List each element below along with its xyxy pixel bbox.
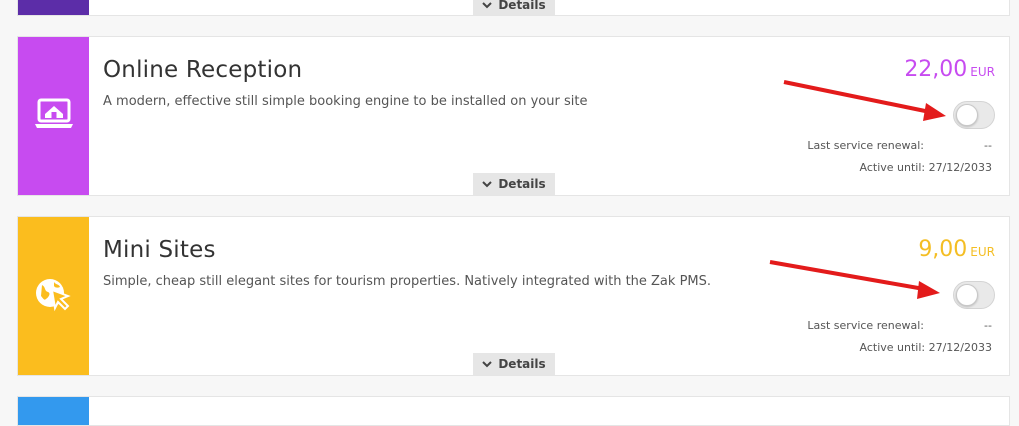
last-renewal-label: Last service renewal: bbox=[807, 139, 924, 152]
card-color-strip bbox=[18, 0, 89, 15]
globe-cursor-icon bbox=[34, 276, 74, 316]
last-renewal-value: -- bbox=[984, 139, 992, 152]
price-currency: EUR bbox=[970, 65, 995, 79]
service-title: Online Reception bbox=[103, 57, 303, 83]
toggle-knob bbox=[956, 104, 978, 126]
active-until: Active until: 27/12/2033 bbox=[859, 341, 993, 354]
annotation-arrow bbox=[783, 80, 946, 121]
laptop-home-icon bbox=[34, 97, 74, 135]
card-color-strip bbox=[18, 37, 89, 195]
details-button[interactable]: Details bbox=[473, 0, 555, 15]
service-description: A modern, effective still simple booking… bbox=[103, 94, 588, 109]
last-renewal-value: -- bbox=[984, 319, 992, 332]
service-activation-toggle[interactable] bbox=[953, 281, 995, 309]
details-label: Details bbox=[498, 0, 546, 12]
details-label: Details bbox=[498, 357, 546, 371]
service-card-partial-bottom bbox=[17, 396, 1010, 426]
chevron-down-icon bbox=[482, 1, 493, 9]
details-button[interactable]: Details bbox=[473, 173, 555, 195]
details-button[interactable]: Details bbox=[473, 353, 555, 375]
chevron-down-icon bbox=[482, 180, 493, 188]
active-until: Active until: 27/12/2033 bbox=[859, 161, 993, 174]
details-label: Details bbox=[498, 177, 546, 191]
service-title: Mini Sites bbox=[103, 237, 216, 263]
toggle-knob bbox=[956, 284, 978, 306]
card-color-strip bbox=[18, 397, 89, 425]
service-card-partial-top: Details bbox=[17, 0, 1010, 16]
card-color-strip bbox=[18, 217, 89, 375]
last-renewal-label: Last service renewal: bbox=[807, 319, 924, 332]
chevron-down-icon bbox=[482, 360, 493, 368]
price-currency: EUR bbox=[970, 245, 995, 259]
annotation-arrow bbox=[769, 260, 940, 299]
service-activation-toggle[interactable] bbox=[953, 101, 995, 129]
service-description: Simple, cheap still elegant sites for to… bbox=[103, 274, 712, 289]
